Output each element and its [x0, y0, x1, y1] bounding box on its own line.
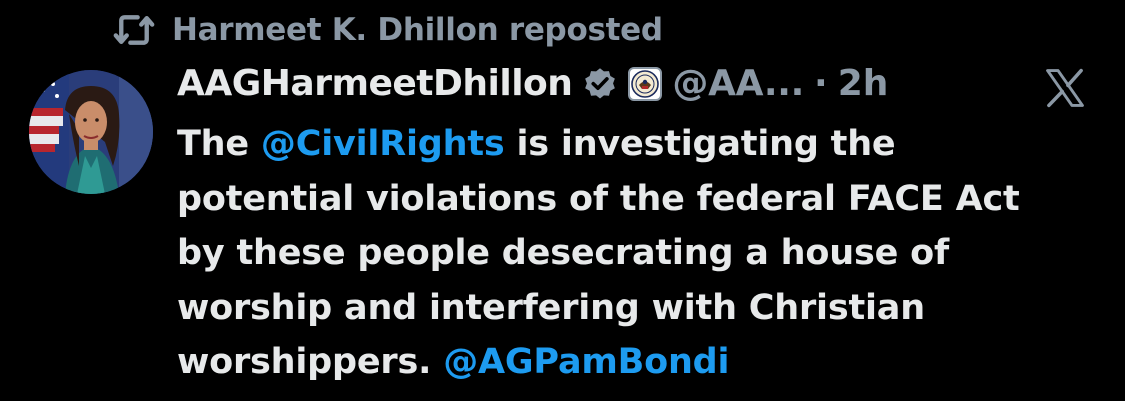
repost-text: Harmeet K. Dhillon reposted	[172, 12, 663, 48]
post-text-segment: worshippers.	[177, 342, 444, 382]
post-header: AAGHarmeetDhillon @AA... · 2h	[177, 63, 888, 104]
x-logo-icon	[1042, 66, 1088, 110]
post-text-segment: The	[177, 124, 261, 164]
post-text-line: The @CivilRights is investigating the	[177, 117, 1097, 172]
separator-dot: ·	[814, 63, 828, 104]
author-handle[interactable]: @AA...	[672, 63, 804, 104]
post-text-line: worshippers. @AGPamBondi	[177, 335, 1097, 390]
repost-indicator[interactable]: Harmeet K. Dhillon reposted	[112, 10, 663, 50]
repost-icon	[112, 10, 156, 50]
author-display-name[interactable]: AAGHarmeetDhillon	[177, 63, 573, 104]
post-text-line: by these people desecrating a house of	[177, 233, 949, 273]
post-text-line: worship and interfering with Christian	[177, 287, 925, 328]
post-text-line: potential violations of the federal FACE…	[177, 178, 1020, 219]
mention-link-civilrights[interactable]: @CivilRights	[261, 124, 505, 164]
mention-link-agpambondi[interactable]: @AGPamBondi	[443, 342, 729, 382]
avatar[interactable]	[29, 70, 153, 194]
post-text-segment: is investigating the	[504, 124, 896, 164]
verified-badge-icon[interactable]	[582, 66, 618, 102]
post-page: { "repost": { "icon": "repost-icon", "te…	[0, 0, 1125, 401]
doj-seal-icon[interactable]	[628, 66, 663, 101]
post-text: The @CivilRights is investigating the po…	[177, 117, 1097, 390]
post-timestamp[interactable]: 2h	[838, 63, 889, 104]
